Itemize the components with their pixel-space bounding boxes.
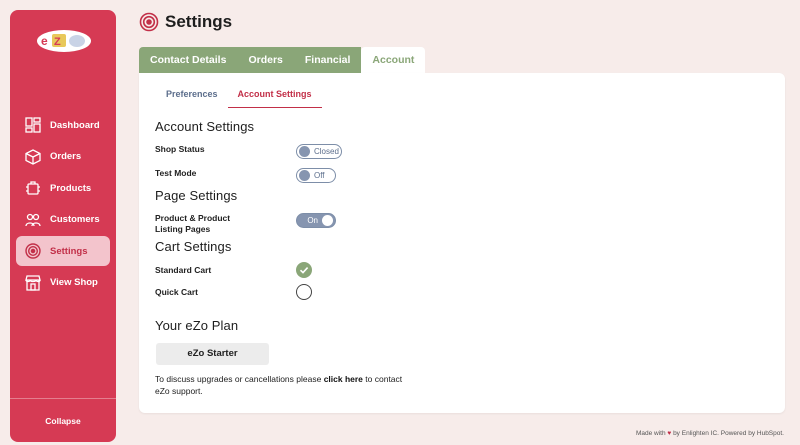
sidebar-item-label: View Shop <box>50 277 98 288</box>
account-settings-heading: Account Settings <box>155 119 255 134</box>
storefront-icon <box>24 274 42 292</box>
plan-note: To discuss upgrades or cancellations ple… <box>155 374 415 397</box>
subtab-preferences[interactable]: Preferences <box>156 83 228 108</box>
sidebar-item-customers[interactable]: Customers <box>16 205 110 235</box>
label-line: Product & Product <box>155 213 231 223</box>
footer-text: by Enlighten IC. Powered by HubSpot. <box>673 430 784 437</box>
sidebar-item-dashboard[interactable]: Dashboard <box>16 110 110 140</box>
products-icon <box>24 179 42 197</box>
sidebar-item-view-shop[interactable]: View Shop <box>16 268 110 298</box>
test-mode-toggle[interactable]: Off <box>296 168 336 183</box>
contact-support-link[interactable]: click here <box>324 374 363 384</box>
orders-box-icon <box>24 148 42 166</box>
product-listing-toggle[interactable]: On <box>296 213 336 228</box>
shop-status-label: Shop Status <box>155 144 205 154</box>
page-header: Settings <box>139 12 232 32</box>
toggle-text: On <box>307 216 318 225</box>
plan-note-text: To discuss upgrades or cancellations ple… <box>155 374 324 384</box>
tab-orders[interactable]: Orders <box>237 47 294 73</box>
toggle-text: Off <box>314 171 325 180</box>
dashboard-icon <box>24 116 42 134</box>
subtab-account-settings[interactable]: Account Settings <box>227 83 322 108</box>
label-line: Listing Pages <box>155 224 211 234</box>
collapse-button[interactable]: Collapse <box>10 416 116 426</box>
settings-tabs: Contact Details Orders Financial Account <box>139 47 426 73</box>
page-title: Settings <box>165 12 233 31</box>
test-mode-label: Test Mode <box>155 168 197 178</box>
settings-target-icon <box>24 242 42 260</box>
sidebar-item-orders[interactable]: Orders <box>16 142 110 172</box>
standard-cart-checkbox[interactable] <box>296 262 312 278</box>
ezo-logo[interactable]: e Z <box>36 28 92 54</box>
settings-target-icon <box>139 12 159 32</box>
sidebar-item-label: Customers <box>50 214 100 225</box>
tab-financial[interactable]: Financial <box>293 47 362 73</box>
sidebar-item-label: Dashboard <box>50 119 100 131</box>
sidebar-nav: Dashboard Orders Products Customers Sett… <box>16 110 110 299</box>
customers-icon <box>24 211 42 229</box>
sidebar-item-label: Orders <box>50 151 82 162</box>
cart-settings-heading: Cart Settings <box>155 239 232 254</box>
sidebar-divider <box>10 398 116 399</box>
account-settings-card: Preferences Account Settings Account Set… <box>139 73 785 413</box>
sidebar-item-label: Products <box>50 182 92 194</box>
footer-text: Made with <box>635 430 666 437</box>
quick-cart-label: Quick Cart <box>155 287 198 297</box>
svg-text:e: e <box>41 34 48 48</box>
sidebar: e Z Dashboard Orders Products Customers … <box>10 10 116 442</box>
standard-cart-label: Standard Cart <box>155 265 212 275</box>
svg-text:Z: Z <box>54 36 61 48</box>
account-subtabs: Preferences Account Settings <box>156 83 322 108</box>
check-icon <box>299 267 309 274</box>
toggle-knob <box>299 146 310 157</box>
page-settings-heading: Page Settings <box>155 188 238 203</box>
plan-badge: eZo Starter <box>156 343 269 365</box>
sidebar-item-products[interactable]: Products <box>16 173 110 203</box>
heart-icon: ♥ <box>667 430 672 437</box>
toggle-knob <box>299 170 310 181</box>
shop-status-toggle[interactable]: Closed <box>296 144 342 159</box>
toggle-text: Closed <box>314 147 339 156</box>
quick-cart-checkbox[interactable] <box>296 284 312 300</box>
product-listing-label: Product & Product Listing Pages <box>155 213 230 235</box>
plan-heading: Your eZo Plan <box>155 318 239 333</box>
toggle-knob <box>322 215 333 226</box>
tab-account[interactable]: Account <box>361 47 426 73</box>
sidebar-item-settings[interactable]: Settings <box>16 236 110 266</box>
sidebar-item-label: Settings <box>50 245 88 257</box>
footer: Made with ♥ by Enlighten IC. Powered by … <box>636 430 784 437</box>
tab-contact-details[interactable]: Contact Details <box>139 47 238 73</box>
